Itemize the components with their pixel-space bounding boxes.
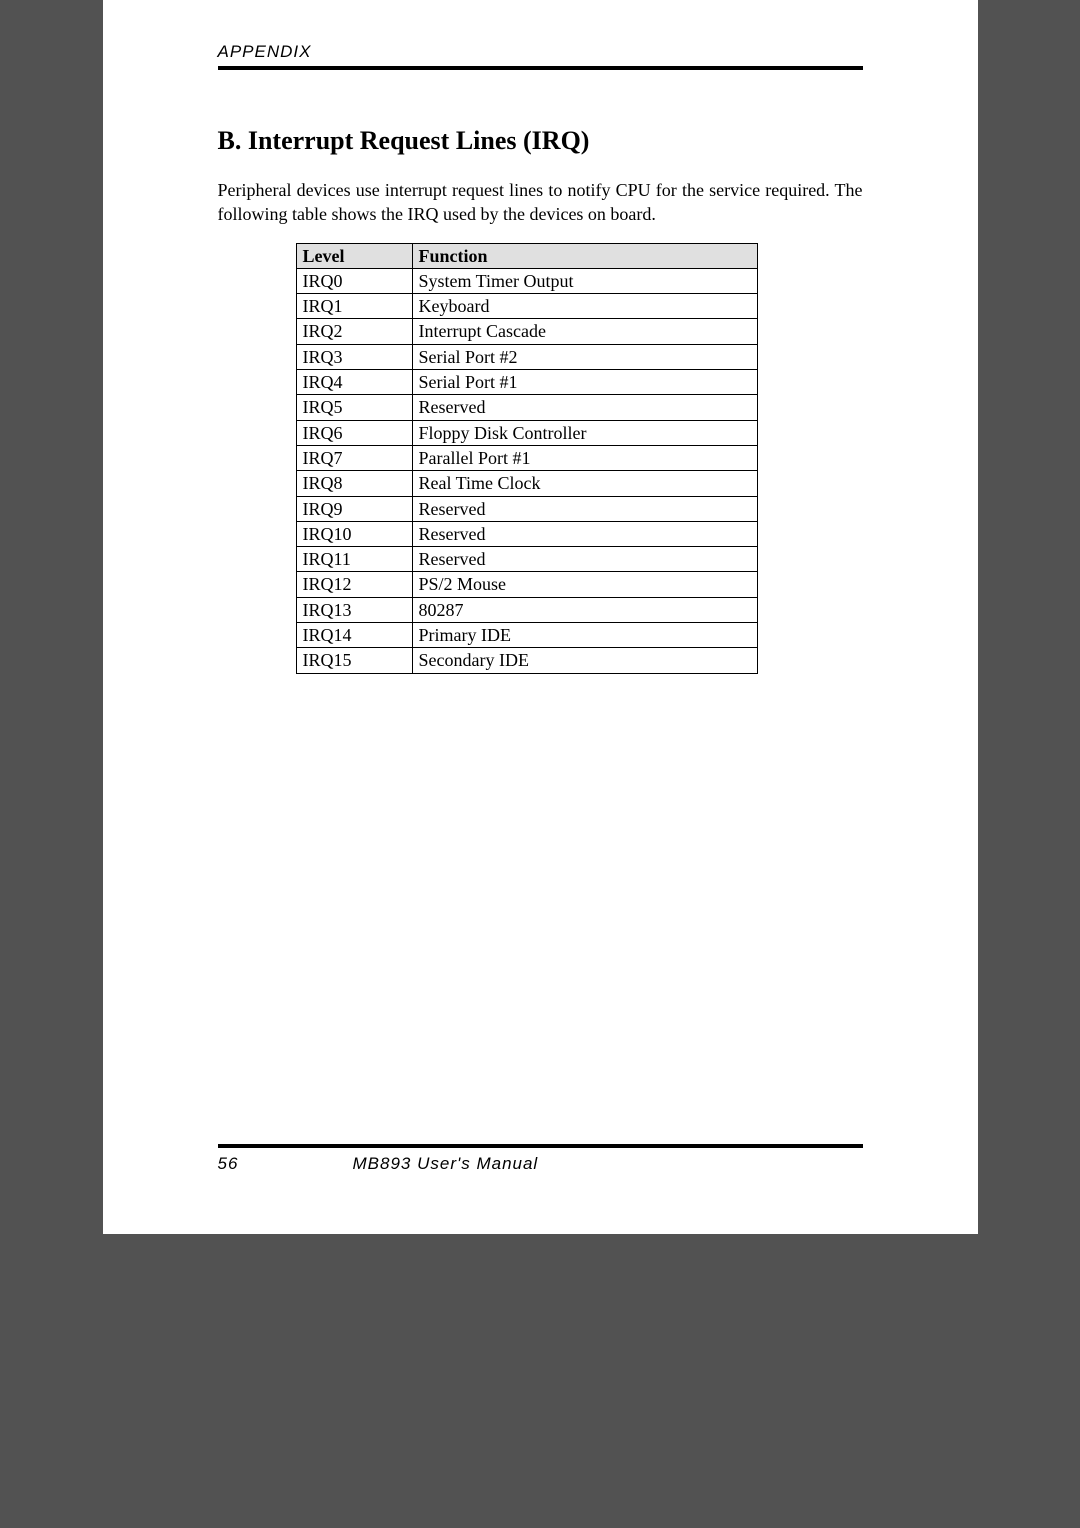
table-cell-level: IRQ4 xyxy=(296,370,412,395)
table-cell-function: Keyboard xyxy=(412,294,757,319)
table-cell-function: Secondary IDE xyxy=(412,648,757,673)
table-row: IRQ10Reserved xyxy=(296,521,757,546)
table-row: IRQ8Real Time Clock xyxy=(296,471,757,496)
table-row: IRQ1380287 xyxy=(296,597,757,622)
table-cell-level: IRQ0 xyxy=(296,268,412,293)
table-cell-function: 80287 xyxy=(412,597,757,622)
header-divider xyxy=(218,66,863,70)
section-title: B. Interrupt Request Lines (IRQ) xyxy=(218,126,863,156)
table-cell-function: PS/2 Mouse xyxy=(412,572,757,597)
table-cell-function: Reserved xyxy=(412,395,757,420)
table-cell-level: IRQ15 xyxy=(296,648,412,673)
table-header-row: Level Function xyxy=(296,243,757,268)
table-row: IRQ7Parallel Port #1 xyxy=(296,445,757,470)
table-row: IRQ12PS/2 Mouse xyxy=(296,572,757,597)
table-cell-level: IRQ6 xyxy=(296,420,412,445)
table-cell-function: Floppy Disk Controller xyxy=(412,420,757,445)
table-cell-level: IRQ13 xyxy=(296,597,412,622)
table-cell-function: Primary IDE xyxy=(412,623,757,648)
table-row: IRQ14Primary IDE xyxy=(296,623,757,648)
table-cell-function: Reserved xyxy=(412,496,757,521)
table-cell-function: Interrupt Cascade xyxy=(412,319,757,344)
table-cell-level: IRQ9 xyxy=(296,496,412,521)
table-cell-level: IRQ5 xyxy=(296,395,412,420)
table-row: IRQ4Serial Port #1 xyxy=(296,370,757,395)
table-cell-function: Serial Port #1 xyxy=(412,370,757,395)
table-cell-level: IRQ8 xyxy=(296,471,412,496)
table-row: IRQ9Reserved xyxy=(296,496,757,521)
table-cell-function: Parallel Port #1 xyxy=(412,445,757,470)
table-row: IRQ2Interrupt Cascade xyxy=(296,319,757,344)
footer-divider xyxy=(218,1144,863,1148)
header-section-label: APPENDIX xyxy=(218,42,863,62)
table-row: IRQ6Floppy Disk Controller xyxy=(296,420,757,445)
table-cell-function: Reserved xyxy=(412,547,757,572)
table-row: IRQ15Secondary IDE xyxy=(296,648,757,673)
table-cell-level: IRQ2 xyxy=(296,319,412,344)
manual-name: MB893 User's Manual xyxy=(353,1154,863,1174)
table-row: IRQ5Reserved xyxy=(296,395,757,420)
table-cell-function: Serial Port #2 xyxy=(412,344,757,369)
table-row: IRQ11Reserved xyxy=(296,547,757,572)
table-row: IRQ1Keyboard xyxy=(296,294,757,319)
table-row: IRQ0System Timer Output xyxy=(296,268,757,293)
table-header-function: Function xyxy=(412,243,757,268)
document-page: APPENDIX B. Interrupt Request Lines (IRQ… xyxy=(103,0,978,1234)
table-cell-function: Reserved xyxy=(412,521,757,546)
table-cell-level: IRQ1 xyxy=(296,294,412,319)
table-cell-function: System Timer Output xyxy=(412,268,757,293)
table-row: IRQ3Serial Port #2 xyxy=(296,344,757,369)
intro-paragraph: Peripheral devices use interrupt request… xyxy=(218,178,863,227)
table-cell-level: IRQ3 xyxy=(296,344,412,369)
table-cell-level: IRQ11 xyxy=(296,547,412,572)
table-cell-level: IRQ10 xyxy=(296,521,412,546)
page-footer: 56 MB893 User's Manual xyxy=(218,1144,863,1174)
table-cell-function: Real Time Clock xyxy=(412,471,757,496)
table-cell-level: IRQ7 xyxy=(296,445,412,470)
table-cell-level: IRQ14 xyxy=(296,623,412,648)
table-header-level: Level xyxy=(296,243,412,268)
page-number: 56 xyxy=(218,1154,353,1174)
table-cell-level: IRQ12 xyxy=(296,572,412,597)
irq-table: Level Function IRQ0System Timer OutputIR… xyxy=(296,243,758,674)
